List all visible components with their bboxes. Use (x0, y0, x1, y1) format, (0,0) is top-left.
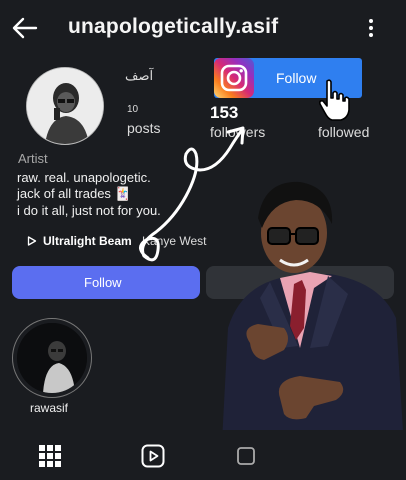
grid-icon[interactable] (39, 445, 61, 467)
profile-username: unapologetically.asif (68, 15, 279, 38)
story-highlight-cover (17, 323, 87, 393)
profile-avatar[interactable] (26, 67, 104, 145)
music-title: Ultralight Beam (43, 234, 132, 248)
avatar-photo (27, 68, 103, 144)
display-name: آصف (125, 68, 154, 83)
profile-category: Artist (18, 151, 48, 166)
story-highlight-label: rawasif (30, 401, 69, 415)
follow-button-label: Follow (84, 275, 122, 290)
tagged-icon[interactable] (237, 447, 255, 465)
hand-pointer-icon (319, 79, 350, 121)
kebab-menu-icon[interactable] (364, 17, 378, 39)
instagram-logo-icon (214, 58, 254, 98)
bio-line: jack of all trades 🃏 (17, 186, 131, 201)
following-label[interactable]: followed (318, 124, 369, 140)
reels-icon[interactable] (141, 444, 165, 468)
ig-follow-label: Follow (276, 70, 317, 86)
back-arrow-icon[interactable] (12, 16, 38, 40)
play-outline-icon (27, 236, 37, 246)
